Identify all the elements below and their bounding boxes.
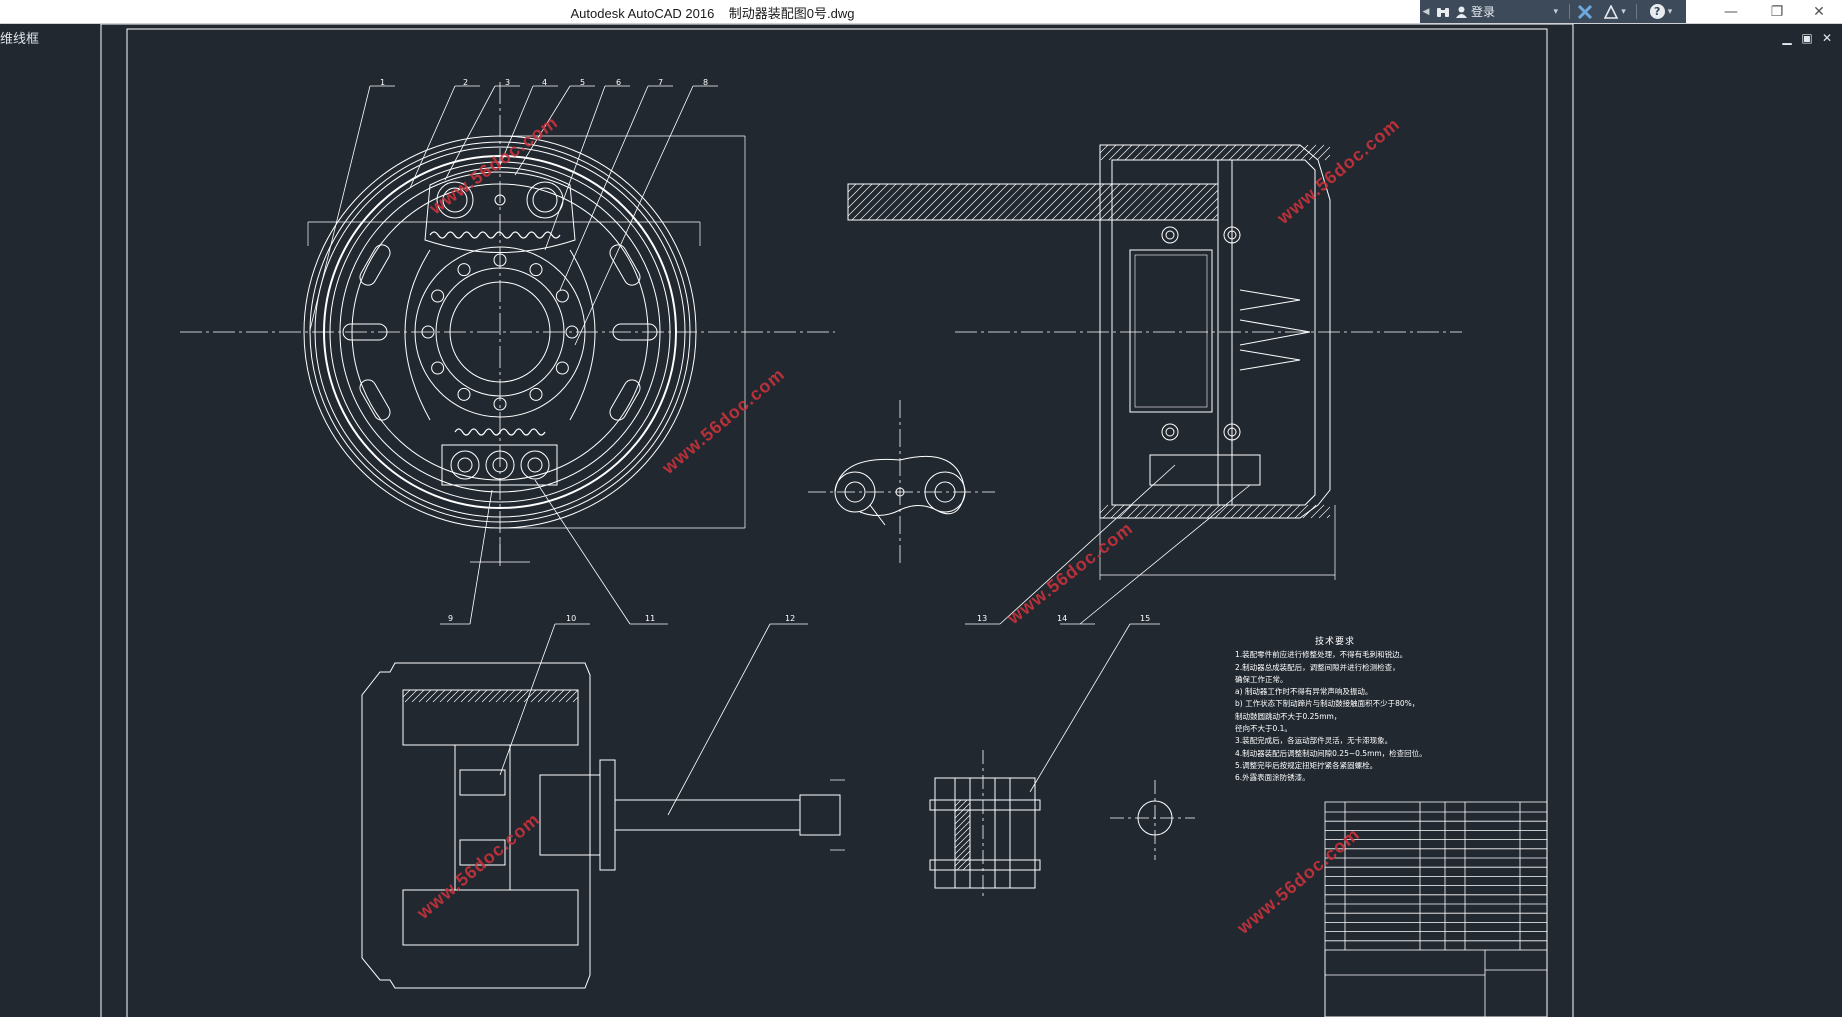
sign-in-button[interactable]: 登录 ▾ <box>1454 0 1566 23</box>
balloon-number: 7 <box>658 78 664 87</box>
restore-button[interactable]: ❐ <box>1754 0 1800 23</box>
viewport-style-label[interactable]: 维线框 <box>0 28 39 47</box>
help-icon: ? <box>1649 4 1665 19</box>
technical-note-line: 径向不大于0.1。 <box>1235 724 1292 734</box>
balloon-number: 11 <box>645 614 656 623</box>
balloon-number: 12 <box>785 614 796 623</box>
balloon-number: 4 <box>542 78 548 87</box>
balloon-number: 6 <box>616 78 622 87</box>
viewport-close-button[interactable]: ✕ <box>1820 31 1834 45</box>
balloon-number: 10 <box>566 614 577 623</box>
cam-detail <box>808 400 995 565</box>
minimize-button[interactable]: — <box>1708 0 1754 23</box>
technical-notes: 技术要求 1.装配零件前应进行修整处理，不得有毛刺和锐边。 2.制动器总成装配后… <box>1235 636 1435 785</box>
exchange-apps-icon[interactable] <box>1573 0 1597 23</box>
section-view <box>847 144 1462 580</box>
close-button[interactable]: ✕ <box>1796 0 1842 23</box>
drawing-canvas[interactable] <box>0 24 1842 1017</box>
balloon-number: 1 <box>380 78 386 87</box>
close-icon: ✕ <box>1813 3 1825 20</box>
balloon-number: 13 <box>977 614 988 623</box>
shaft-section-view <box>361 662 845 989</box>
chevron-down-icon: ▾ <box>1667 6 1673 17</box>
restore-icon: ❐ <box>1770 3 1784 20</box>
divider <box>1569 4 1570 19</box>
balloon-number: 8 <box>703 78 709 87</box>
sign-in-label: 登录 <box>1471 5 1496 19</box>
technical-note-line: b) 工作状态下制动蹄片与制动鼓接触面积不少于80%， <box>1235 699 1420 709</box>
minimize-icon: — <box>1724 3 1738 20</box>
balloon-number: 14 <box>1057 614 1068 623</box>
collapse-arrow-icon[interactable]: ◀ <box>1420 0 1432 23</box>
balloon-number: 9 <box>448 614 454 623</box>
balloon-number: 15 <box>1140 614 1151 623</box>
technical-note-line: a) 制动器工作时不得有异常声响及振动。 <box>1235 687 1373 697</box>
chevron-down-icon: ▾ <box>1553 6 1558 17</box>
title-bar: Autodesk AutoCAD 2016 制动器装配图0号.dwg ◀ 登录 … <box>0 0 1842 24</box>
axle-detail <box>929 750 1195 900</box>
divider <box>1636 4 1637 19</box>
technical-note-line: 确保工作正常。 <box>1235 674 1288 684</box>
chevron-down-icon: ▾ <box>1621 6 1626 17</box>
technical-note-line: 1.装配零件前应进行修整处理，不得有毛刺和锐边。 <box>1235 650 1408 660</box>
balloon-number: 3 <box>505 78 511 87</box>
help-button[interactable]: ? ▾ <box>1640 0 1682 23</box>
viewport-controls: ▁ ▣ ✕ <box>1780 30 1840 46</box>
technical-notes-title: 技术要求 <box>1314 637 1355 647</box>
technical-note-line: 5.调整完毕后按规定扭矩拧紧各紧固螺栓。 <box>1235 760 1378 770</box>
balloon-number: 5 <box>580 78 586 87</box>
balloon-number: 2 <box>463 78 469 87</box>
technical-note-line: 2.制动器总成装配后，调整间隙并进行检测检查， <box>1235 662 1400 672</box>
technical-note-line: 3.装配完成后，各运动部件灵活，无卡滞现象。 <box>1235 736 1393 746</box>
a360-icon <box>1604 4 1619 19</box>
infocenter-bar: ◀ 登录 ▾ ▾ ? ▾ <box>1420 0 1686 23</box>
viewport-minimize-button[interactable]: ▁ <box>1780 31 1794 45</box>
window-title: Autodesk AutoCAD 2016 制动器装配图0号.dwg <box>570 6 855 21</box>
technical-note-line: 6.外露表面涂防锈漆。 <box>1235 773 1310 783</box>
technical-note-line: 制动鼓圆跳动不大于0.25mm， <box>1235 711 1342 721</box>
technical-note-line: 4.制动器装配后调整制动间隙0.25~0.5mm，检查回位。 <box>1235 748 1427 758</box>
autodesk-a360-button[interactable]: ▾ <box>1597 0 1633 23</box>
viewport-restore-button[interactable]: ▣ <box>1800 31 1814 45</box>
binoculars-icon[interactable] <box>1432 0 1454 23</box>
user-icon <box>1456 6 1467 18</box>
